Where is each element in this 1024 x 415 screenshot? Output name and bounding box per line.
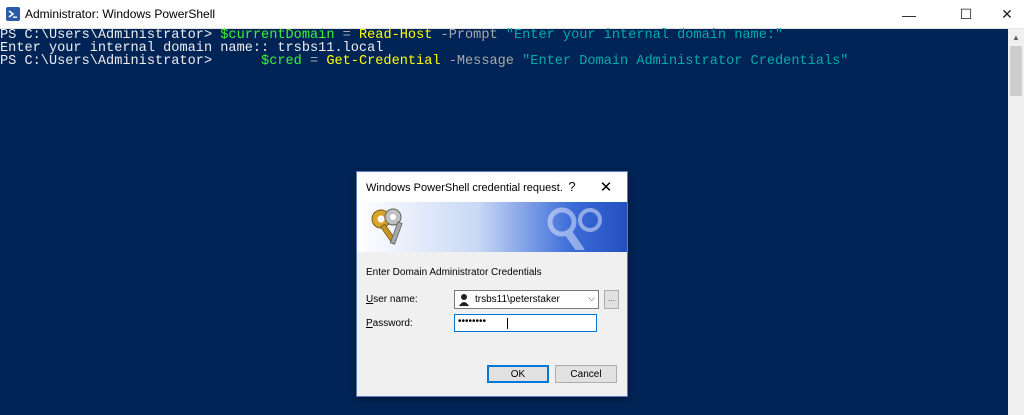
console-line: PS C:\Users\Administrator> $cred = Get-C… bbox=[0, 55, 848, 69]
operator-token: = bbox=[301, 54, 327, 69]
username-value: trsbs11\peterstaker bbox=[475, 294, 560, 305]
password-label-text: assword: bbox=[372, 318, 413, 329]
dialog-message: Enter Domain Administrator Credentials bbox=[366, 267, 542, 278]
string-token: "Enter Domain Administrator Credentials" bbox=[522, 54, 849, 69]
close-icon: ✕ bbox=[1001, 6, 1013, 22]
password-label-accesskey: P bbox=[366, 318, 373, 329]
prompt-text: PS C:\Users\Administrator> bbox=[0, 54, 262, 69]
parameter-token: -Prompt bbox=[432, 28, 506, 43]
window-titlebar[interactable]: Administrator: Windows PowerShell — ☐ ✕ bbox=[0, 0, 1024, 29]
chevron-down-icon[interactable]: ⌵ bbox=[588, 293, 595, 304]
cancel-button[interactable]: Cancel bbox=[555, 365, 617, 383]
minimize-icon: — bbox=[902, 6, 916, 23]
maximize-icon: ☐ bbox=[959, 6, 973, 22]
dialog-close-button[interactable]: ✕ bbox=[596, 178, 616, 196]
scroll-up-icon[interactable]: ▲ bbox=[1012, 33, 1020, 42]
window-title: Administrator: Windows PowerShell bbox=[25, 7, 216, 21]
browse-users-button[interactable]: ... bbox=[604, 290, 619, 309]
username-label-text: ser name: bbox=[373, 294, 418, 305]
keys-icon bbox=[371, 208, 403, 245]
close-window-button[interactable]: ✕ bbox=[984, 0, 1024, 29]
dialog-banner bbox=[357, 202, 627, 252]
password-label: Password: bbox=[366, 318, 413, 329]
text-caret bbox=[507, 318, 508, 329]
dialog-title: Windows PowerShell credential request. bbox=[366, 182, 563, 194]
variable-token: $cred bbox=[261, 54, 302, 69]
powershell-icon bbox=[6, 7, 20, 21]
key-watermark-icon bbox=[547, 207, 602, 250]
cmdlet-token: Get-Credential bbox=[326, 54, 441, 69]
username-label: User name: bbox=[366, 294, 418, 305]
username-combobox[interactable]: trsbs11\peterstaker ⌵ bbox=[454, 290, 599, 309]
maximize-button[interactable]: ☐ bbox=[943, 0, 989, 29]
parameter-token: -Message bbox=[440, 54, 523, 69]
credential-dialog: Windows PowerShell credential request. ?… bbox=[356, 171, 628, 397]
password-input[interactable]: •••••••• bbox=[454, 314, 597, 332]
string-token: "Enter your internal domain name:" bbox=[505, 28, 784, 43]
ok-button[interactable]: OK bbox=[487, 365, 549, 383]
scrollbar-thumb[interactable] bbox=[1010, 46, 1022, 96]
vertical-scrollbar[interactable]: ▲ bbox=[1008, 29, 1024, 415]
user-icon bbox=[459, 294, 469, 306]
minimize-button[interactable]: — bbox=[886, 0, 932, 29]
dialog-titlebar[interactable]: Windows PowerShell credential request. ?… bbox=[357, 172, 627, 202]
password-masked-value: •••••••• bbox=[458, 316, 487, 327]
help-button[interactable]: ? bbox=[564, 179, 580, 194]
